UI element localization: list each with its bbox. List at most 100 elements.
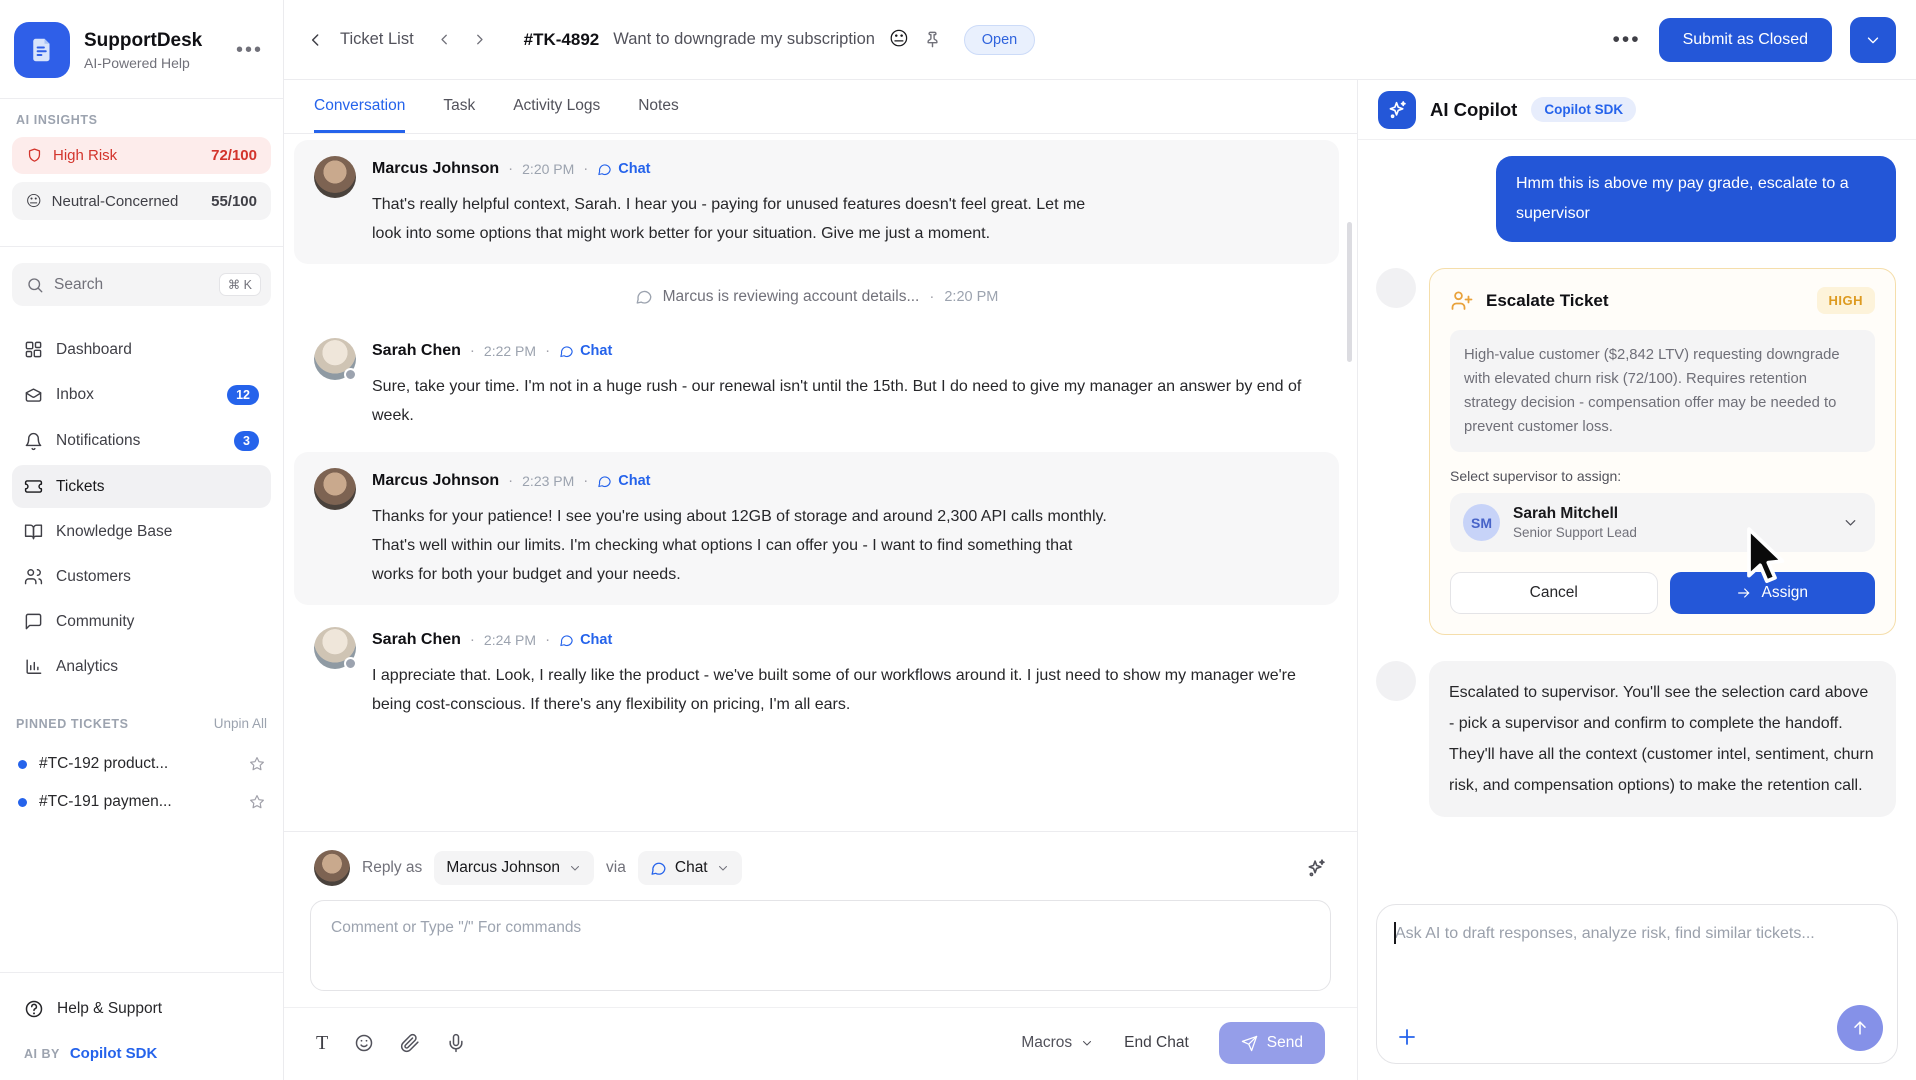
insight-high-risk[interactable]: High Risk 72/100 xyxy=(12,137,271,174)
reply-agent-select[interactable]: Marcus Johnson xyxy=(434,851,594,885)
text-format-button[interactable]: T xyxy=(316,1032,328,1055)
message-author: Marcus Johnson xyxy=(372,472,499,490)
channel-tag: Chat xyxy=(559,632,612,648)
ticket-emoji: 😐 xyxy=(889,28,909,51)
sidebar-item-analytics[interactable]: Analytics xyxy=(12,645,271,688)
tab-notes[interactable]: Notes xyxy=(638,80,679,133)
insight-sentiment[interactable]: 😐 Neutral-Concerned 55/100 xyxy=(12,182,271,220)
channel-tag: Chat xyxy=(559,343,612,359)
copilot-input[interactable] xyxy=(1395,921,1879,991)
via-label: via xyxy=(606,859,626,877)
message-customer: Sarah Chen 2:22 PM Chat Sure, take your … xyxy=(294,322,1339,446)
pinned-ticket-tc192[interactable]: #TC-192 product... xyxy=(16,745,267,783)
ai-by-label: AI BY xyxy=(24,1047,60,1061)
macros-dropdown[interactable]: Macros xyxy=(1021,1034,1094,1052)
brand: SupportDesk AI-Powered Help ••• xyxy=(0,0,283,98)
message-author: Marcus Johnson xyxy=(372,160,499,178)
copilot-sdk-badge: Copilot SDK xyxy=(1531,97,1636,122)
submit-as-closed-button[interactable]: Submit as Closed xyxy=(1659,18,1832,62)
message-time: 2:23 PM xyxy=(522,473,574,489)
sidebar-item-notifications[interactable]: Notifications 3 xyxy=(12,419,271,463)
sidebar-item-customers[interactable]: Customers xyxy=(12,555,271,598)
supervisor-avatar: SM xyxy=(1463,504,1500,541)
users-icon xyxy=(24,567,43,586)
microphone-button[interactable] xyxy=(446,1033,466,1053)
message-agent: Marcus Johnson 2:20 PM Chat That's reall… xyxy=(294,140,1339,264)
sidebar-more-button[interactable]: ••• xyxy=(232,35,267,66)
arrow-right-icon xyxy=(1736,585,1752,601)
sidebar-item-tickets[interactable]: Tickets xyxy=(12,465,271,508)
copilot-sdk-link[interactable]: Copilot SDK xyxy=(70,1045,158,1062)
sidebar: SupportDesk AI-Powered Help ••• AI INSIG… xyxy=(0,0,284,1080)
unpin-all-link[interactable]: Unpin All xyxy=(214,716,267,731)
avatar-marcus xyxy=(314,468,356,510)
escalate-card-title: Escalate Ticket xyxy=(1486,291,1805,311)
copilot-input-box[interactable] xyxy=(1376,904,1898,1064)
end-chat-button[interactable]: End Chat xyxy=(1124,1034,1189,1052)
inbox-icon xyxy=(24,386,43,405)
copilot-sparkles-icon xyxy=(1378,91,1416,129)
sidebar-item-community[interactable]: Community xyxy=(12,600,271,643)
ticket-id: #TK-4892 xyxy=(524,30,600,50)
back-button[interactable] xyxy=(306,30,326,50)
system-message-text: Marcus is reviewing account details... xyxy=(663,288,920,306)
chat-bubble-icon xyxy=(635,288,653,306)
ai-sparkles-icon[interactable] xyxy=(1305,857,1327,879)
reply-composer: Reply as Marcus Johnson via Chat xyxy=(284,831,1357,1080)
star-icon[interactable] xyxy=(249,794,265,810)
search-placeholder: Search xyxy=(54,276,209,294)
pinned-ticket-tc191[interactable]: #TC-191 paymen... xyxy=(16,783,267,821)
tab-conversation[interactable]: Conversation xyxy=(314,80,405,133)
search-input[interactable]: Search ⌘ K xyxy=(12,263,271,306)
avatar-sarah xyxy=(314,627,356,669)
sidebar-item-inbox[interactable]: Inbox 12 xyxy=(12,373,271,417)
star-icon[interactable] xyxy=(249,756,265,772)
emoji-button[interactable] xyxy=(354,1033,374,1053)
ticket-tabs: Conversation Task Activity Logs Notes xyxy=(284,80,1357,134)
copilot-header: AI Copilot Copilot SDK xyxy=(1358,80,1916,140)
neutral-face-emoji: 😐 xyxy=(26,192,42,210)
submit-options-button[interactable] xyxy=(1850,17,1896,63)
next-ticket-button[interactable] xyxy=(471,31,488,48)
presence-dot xyxy=(344,368,357,381)
sidebar-item-dashboard[interactable]: Dashboard xyxy=(12,328,271,371)
pin-icon[interactable] xyxy=(923,30,942,49)
header-more-button[interactable]: ••• xyxy=(1613,28,1641,52)
blue-dot xyxy=(18,760,27,769)
supervisor-name: Sarah Mitchell xyxy=(1513,505,1829,523)
ticket-list-link[interactable]: Ticket List xyxy=(340,30,414,49)
message-customer: Sarah Chen 2:24 PM Chat I appreciate tha… xyxy=(294,611,1339,735)
reply-textarea[interactable] xyxy=(331,919,1310,967)
app-tagline: AI-Powered Help xyxy=(84,55,218,71)
copilot-title: AI Copilot xyxy=(1430,99,1517,121)
ai-insights-label: AI INSIGHTS xyxy=(12,113,271,137)
assign-button[interactable]: Assign xyxy=(1670,572,1876,614)
dashboard-icon xyxy=(24,340,43,359)
chevron-down-icon xyxy=(716,861,730,875)
search-shortcut: ⌘ K xyxy=(219,273,261,296)
insight-value: 72/100 xyxy=(211,147,257,164)
copilot-ai-message: Escalated to supervisor. You'll see the … xyxy=(1429,661,1896,817)
add-attachment-button[interactable] xyxy=(1395,1025,1419,1049)
presence-dot xyxy=(344,657,357,670)
prev-ticket-button[interactable] xyxy=(436,31,453,48)
conversation-scrollbar[interactable] xyxy=(1347,222,1352,362)
tab-activity-logs[interactable]: Activity Logs xyxy=(513,80,600,133)
message-author: Sarah Chen xyxy=(372,342,461,360)
help-support-link[interactable]: Help & Support xyxy=(16,995,267,1023)
sidebar-nav: Dashboard Inbox 12 Notifications 3 Ticke… xyxy=(0,316,283,690)
attachment-button[interactable] xyxy=(400,1033,420,1053)
sidebar-item-knowledge-base[interactable]: Knowledge Base xyxy=(12,510,271,553)
system-message: Marcus is reviewing account details... 2… xyxy=(294,270,1339,320)
ticket-icon xyxy=(24,477,43,496)
copilot-send-button[interactable] xyxy=(1837,1005,1883,1051)
supportdesk-app: SupportDesk AI-Powered Help ••• AI INSIG… xyxy=(0,0,1916,1080)
send-button[interactable]: Send xyxy=(1219,1022,1325,1064)
reply-input-box[interactable] xyxy=(310,900,1331,991)
insight-label: High Risk xyxy=(53,147,201,164)
cancel-button[interactable]: Cancel xyxy=(1450,572,1658,614)
tab-task[interactable]: Task xyxy=(443,80,475,133)
message-text: That's really helpful context, Sarah. I … xyxy=(372,190,1117,248)
channel-select[interactable]: Chat xyxy=(638,851,742,885)
supervisor-select[interactable]: SM Sarah Mitchell Senior Support Lead xyxy=(1450,493,1875,552)
